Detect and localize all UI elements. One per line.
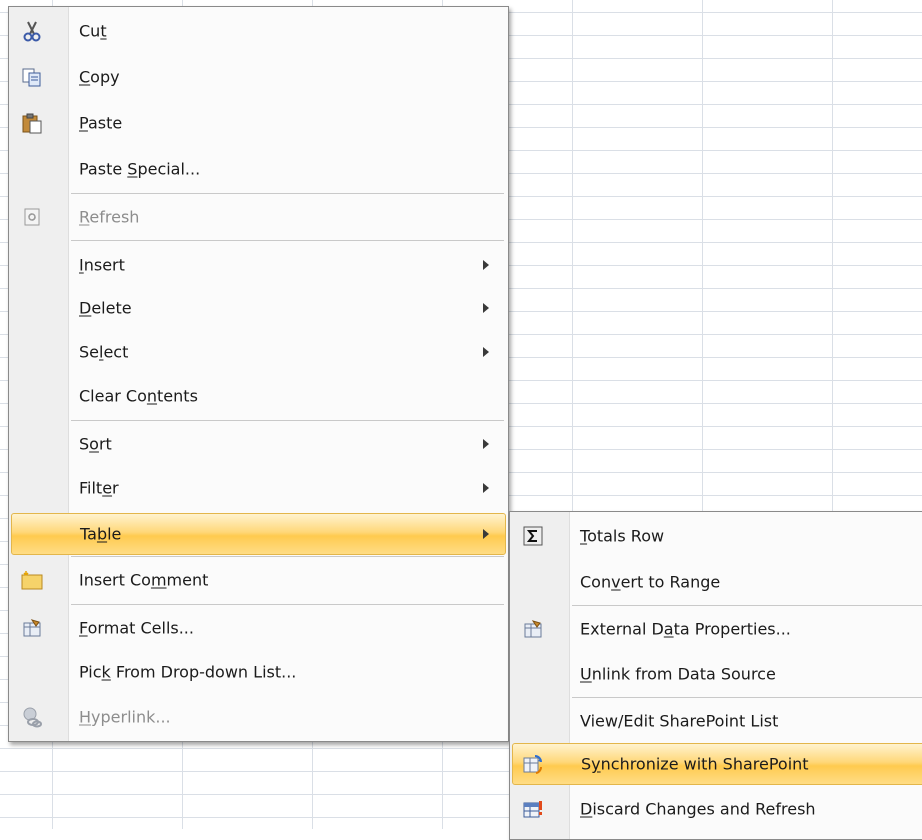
scissors-icon xyxy=(20,19,44,43)
menu-item-view-edit-sharepoint-list[interactable]: View/Edit SharePoint List xyxy=(513,699,922,743)
submenu-arrow-icon xyxy=(483,260,489,270)
menu-item-label: Paste xyxy=(79,113,123,133)
menu-item-paste[interactable]: Paste xyxy=(12,101,505,145)
menu-item-table[interactable]: Table xyxy=(11,513,506,555)
menu-item-format-cells[interactable]: Format Cells... xyxy=(12,606,505,650)
menu-item-refresh: Refresh xyxy=(12,195,505,239)
copy-icon xyxy=(20,65,44,89)
menu-item-label: Format Cells... xyxy=(79,618,194,638)
sigma-icon xyxy=(521,524,545,548)
menu-item-convert-to-range[interactable]: Convert to Range xyxy=(513,560,922,604)
menu-item-select[interactable]: Select xyxy=(12,330,505,374)
menu-item-label: Paste Special... xyxy=(79,159,201,179)
menu-separator xyxy=(572,605,922,606)
discard-icon xyxy=(521,797,545,821)
menu-item-label: View/Edit SharePoint List xyxy=(580,711,779,731)
menu-item-label: Totals Row xyxy=(580,526,665,546)
menu-item-label: Filter xyxy=(79,478,119,498)
menu-item-clear-contents[interactable]: Clear Contents xyxy=(12,374,505,418)
menu-item-synchronize-sharepoint[interactable]: Synchronize with SharePoint xyxy=(512,743,922,785)
menu-item-totals-row[interactable]: Totals Row xyxy=(513,514,922,558)
menu-item-label: Clear Contents xyxy=(79,386,198,406)
menu-item-label: Convert to Range xyxy=(580,572,721,592)
menu-item-label: Insert Comment xyxy=(79,570,209,590)
submenu-arrow-icon xyxy=(483,303,489,313)
menu-item-label: Discard Changes and Refresh xyxy=(580,799,816,819)
menu-separator xyxy=(71,420,504,421)
menu-item-label: Select xyxy=(79,342,129,362)
menu-item-label: Cut xyxy=(79,21,107,41)
menu-item-discard-changes-refresh[interactable]: Discard Changes and Refresh xyxy=(513,787,922,831)
menu-item-sort[interactable]: Sort xyxy=(12,422,505,466)
menu-item-hyperlink: Hyperlink... xyxy=(12,695,505,739)
menu-item-label: External Data Properties... xyxy=(580,619,791,639)
menu-item-insert-comment[interactable]: Insert Comment xyxy=(12,558,505,602)
comment-icon xyxy=(20,568,44,592)
submenu-arrow-icon xyxy=(483,529,489,539)
menu-item-label: Unlink from Data Source xyxy=(580,664,776,684)
table-submenu: Totals Row Convert to Range External Dat… xyxy=(509,511,922,840)
submenu-arrow-icon xyxy=(483,347,489,357)
format-cells-icon xyxy=(20,616,44,640)
submenu-arrow-icon xyxy=(483,483,489,493)
menu-item-paste-special[interactable]: Paste Special... xyxy=(12,147,505,191)
paste-icon xyxy=(20,111,44,135)
menu-separator xyxy=(71,193,504,194)
menu-item-copy[interactable]: Copy xyxy=(12,55,505,99)
submenu-arrow-icon xyxy=(483,439,489,449)
menu-item-label: Delete xyxy=(79,298,132,318)
menu-separator xyxy=(71,604,504,605)
menu-item-label: Hyperlink... xyxy=(79,707,171,727)
menu-separator xyxy=(71,240,504,241)
menu-item-label: Copy xyxy=(79,67,120,87)
menu-item-label: Synchronize with SharePoint xyxy=(581,754,809,774)
menu-item-label: Insert xyxy=(79,255,125,275)
menu-item-delete[interactable]: Delete xyxy=(12,286,505,330)
properties-icon xyxy=(521,617,545,641)
menu-item-external-data-properties[interactable]: External Data Properties... xyxy=(513,607,922,651)
menu-separator xyxy=(572,697,922,698)
sync-icon xyxy=(521,752,545,776)
refresh-icon xyxy=(20,205,44,229)
menu-item-filter[interactable]: Filter xyxy=(12,466,505,510)
menu-item-pick-from-list[interactable]: Pick From Drop-down List... xyxy=(12,650,505,694)
menu-item-label: Pick From Drop-down List... xyxy=(79,662,297,682)
menu-item-cut[interactable]: Cut xyxy=(12,9,505,53)
menu-item-label: Sort xyxy=(79,434,112,454)
menu-separator xyxy=(71,556,504,557)
hyperlink-icon xyxy=(20,705,44,729)
menu-item-label: Refresh xyxy=(79,207,140,227)
menu-item-insert[interactable]: Insert xyxy=(12,243,505,287)
context-menu: Cut Copy Paste Paste Special... Refresh … xyxy=(8,6,509,742)
menu-item-label: Table xyxy=(80,524,122,544)
menu-item-unlink-data-source[interactable]: Unlink from Data Source xyxy=(513,652,922,696)
